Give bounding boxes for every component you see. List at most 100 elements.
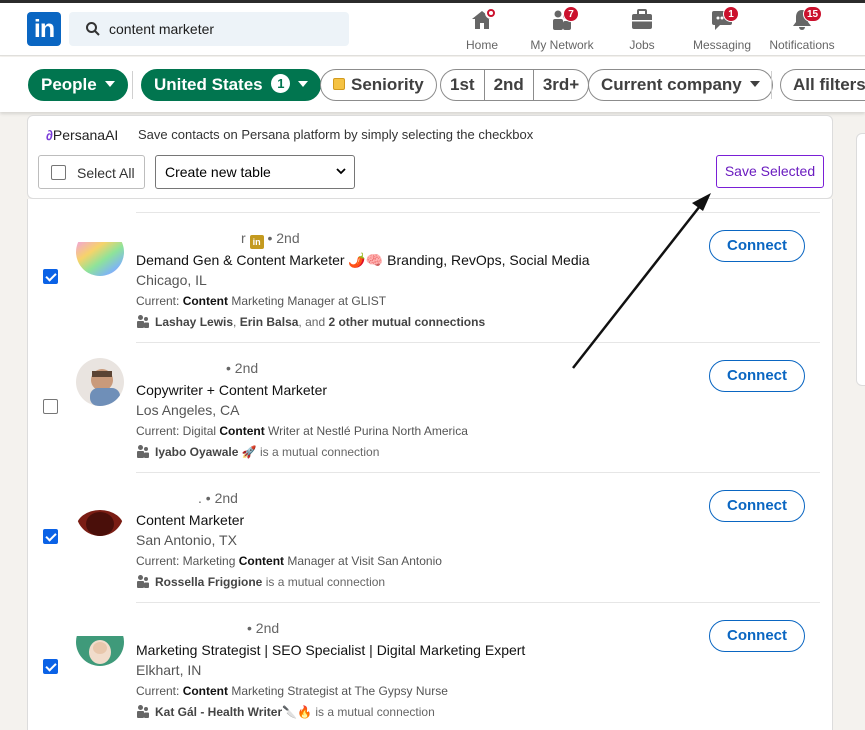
select-all-box[interactable] — [51, 165, 66, 180]
table-select-dropdown[interactable]: Create new table — [155, 155, 355, 189]
select-all-label: Select All — [77, 165, 135, 181]
mutual-connections-icon — [137, 575, 149, 588]
result-row: • 2nd Copywriter + Content Marketer Los … — [28, 342, 832, 472]
nav-my-network-label: My Network — [530, 38, 594, 52]
result-row: • 2nd Marketing Strategist | SEO Special… — [28, 602, 832, 730]
location-filter-label: United States — [154, 75, 263, 94]
name-fragment: . • 2nd — [198, 490, 238, 506]
chevron-down-icon — [298, 81, 309, 87]
right-rail-card — [856, 133, 865, 386]
result-mutual-connections[interactable]: Iyabo Oyawale 🚀 is a mutual connection — [136, 444, 379, 459]
connection-degree-filter: 1st 2nd 3rd+ — [440, 69, 590, 101]
degree-1st-button[interactable]: 1st — [441, 70, 485, 100]
result-mutual-connections[interactable]: Rossella Friggione is a mutual connectio… — [136, 574, 385, 589]
current-company-filter-button[interactable]: Current company — [588, 69, 773, 101]
avatar[interactable] — [76, 228, 124, 276]
connection-degree: • 2nd — [226, 360, 259, 376]
nav-jobs[interactable]: Jobs — [622, 8, 662, 54]
nav-notifications-label: Notifications — [769, 38, 835, 52]
table-select-value: Create new table — [165, 164, 271, 180]
mutual-connections-icon — [137, 705, 149, 718]
filter-divider — [771, 71, 772, 99]
result-current-position: Current: Content Marketing Manager at GL… — [136, 294, 387, 308]
avatar[interactable] — [76, 488, 124, 536]
connect-button[interactable]: Connect — [709, 230, 805, 262]
connection-degree: • 2nd — [267, 230, 300, 246]
notifications-badge: 15 — [803, 6, 823, 22]
connect-button[interactable]: Connect — [709, 620, 805, 652]
search-results-list: r in • 2nd Demand Gen & Content Marketer… — [27, 199, 833, 730]
name-fragment: r in • 2nd — [241, 230, 300, 249]
avatar-image — [76, 358, 124, 406]
search-filter-bar: People United States 1 Seniority 1st 2nd… — [0, 57, 865, 112]
nav-messaging[interactable]: 1 Messaging — [689, 6, 755, 54]
result-checkbox[interactable] — [43, 529, 58, 544]
linkedin-premium-icon: in — [249, 235, 264, 249]
people-filter-button[interactable]: People — [28, 69, 128, 101]
persana-mark-icon: ∂ — [46, 127, 53, 143]
select-all-checkbox[interactable]: Select All — [38, 155, 145, 189]
persana-tagline: Save contacts on Persana platform by sim… — [138, 127, 534, 142]
connection-degree: • 2nd — [205, 490, 238, 506]
row-divider — [136, 472, 820, 473]
all-filters-label: All filters — [793, 75, 865, 94]
nav-home-label: Home — [465, 38, 498, 52]
result-location: Los Angeles, CA — [136, 402, 240, 418]
avatar[interactable] — [76, 618, 124, 666]
result-mutual-connections[interactable]: Kat Gál - Health Writer🔪🔥 is a mutual co… — [136, 704, 435, 719]
connect-button[interactable]: Connect — [709, 360, 805, 392]
degree-2nd-button[interactable]: 2nd — [485, 70, 534, 100]
nav-jobs-label: Jobs — [629, 38, 655, 52]
location-count-badge: 1 — [271, 74, 291, 93]
connection-degree: • 2nd — [247, 620, 280, 636]
search-query-text: content marketer — [109, 21, 215, 37]
nav-home[interactable]: Home — [462, 7, 502, 54]
nav-messaging-label: Messaging — [692, 38, 752, 52]
search-icon — [86, 22, 100, 36]
result-headline: Content Marketer — [136, 512, 245, 528]
messaging-badge: 1 — [723, 6, 739, 22]
row-divider — [136, 602, 820, 603]
mutual-connections-icon — [137, 315, 149, 328]
persana-seniority-icon — [333, 78, 345, 90]
linkedin-logo-icon[interactable]: in — [27, 12, 61, 46]
search-input[interactable]: content marketer — [69, 12, 349, 46]
all-filters-button[interactable]: All filters — [780, 69, 865, 101]
result-location: Chicago, IL — [136, 272, 207, 288]
mutual-connections-icon — [137, 445, 149, 458]
result-checkbox[interactable] — [43, 659, 58, 674]
result-checkbox[interactable] — [43, 399, 58, 414]
chevron-down-icon — [336, 168, 346, 175]
nav-my-network[interactable]: 7 My Network — [527, 6, 597, 54]
briefcase-icon — [632, 9, 652, 29]
result-location: Elkhart, IN — [136, 662, 202, 678]
result-location: San Antonio, TX — [136, 532, 237, 548]
home-notification-dot — [485, 7, 497, 19]
chevron-down-icon — [749, 81, 760, 87]
nav-notifications[interactable]: 15 Notifications — [764, 6, 840, 54]
people-filter-label: People — [41, 75, 97, 94]
result-mutual-connections[interactable]: Lashay Lewis, Erin Balsa, and 2 other mu… — [136, 314, 485, 329]
chevron-down-icon — [104, 81, 115, 87]
result-row: r in • 2nd Demand Gen & Content Marketer… — [28, 212, 832, 342]
avatar[interactable] — [76, 358, 124, 406]
connect-button[interactable]: Connect — [709, 490, 805, 522]
persana-logo: ∂PersanaAI — [46, 127, 118, 143]
avatar-image — [76, 488, 124, 536]
network-badge: 7 — [563, 6, 579, 22]
result-headline: Demand Gen & Content Marketer 🌶️🧠 Brandi… — [136, 252, 590, 268]
result-current-position: Current: Content Marketing Strategist at… — [136, 684, 448, 698]
location-filter-button[interactable]: United States 1 — [141, 69, 322, 101]
result-row: . • 2nd Content Marketer San Antonio, TX… — [28, 472, 832, 602]
seniority-filter-button[interactable]: Seniority — [320, 69, 437, 101]
current-company-label: Current company — [601, 75, 742, 94]
row-divider — [136, 212, 820, 213]
row-divider — [136, 342, 820, 343]
result-headline: Marketing Strategist | SEO Specialist | … — [136, 642, 526, 658]
save-selected-button[interactable]: Save Selected — [716, 155, 824, 188]
filter-divider — [132, 71, 133, 99]
degree-3rd-button[interactable]: 3rd+ — [534, 70, 588, 100]
avatar-image — [76, 228, 124, 276]
persana-save-panel: ∂PersanaAI Save contacts on Persana plat… — [27, 115, 833, 199]
result-checkbox[interactable] — [43, 269, 58, 284]
